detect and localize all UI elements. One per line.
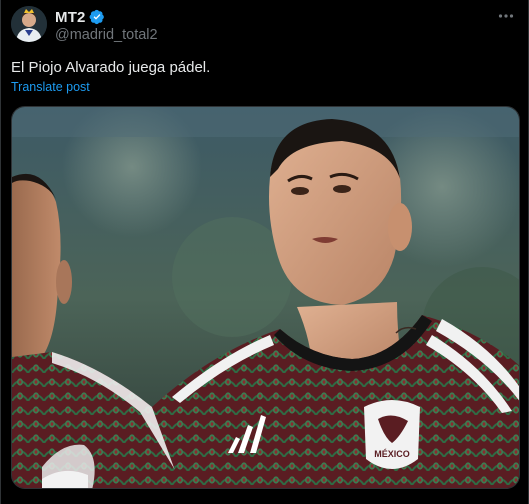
avatar[interactable]: [11, 6, 47, 42]
jersey-crest: MÉXICO: [364, 400, 420, 469]
author-handle[interactable]: @madrid_total2: [55, 27, 158, 43]
tweet-card: MT2 @madrid_total2 El Piojo Alvarado jue…: [0, 0, 529, 504]
translate-post-link[interactable]: Translate post: [11, 80, 90, 94]
avatar-icon: [11, 6, 47, 42]
media-photo: MÉXICO: [12, 107, 519, 488]
author-identity: MT2 @madrid_total2: [55, 6, 158, 44]
post-media[interactable]: MÉXICO: [11, 106, 520, 489]
verified-badge-icon: [89, 9, 104, 25]
post-text: El Piojo Alvarado juega pádel.: [11, 59, 211, 76]
display-name[interactable]: MT2: [55, 9, 86, 26]
more-options-button[interactable]: [496, 6, 516, 26]
more-options-icon: [498, 14, 514, 18]
jersey-crest-text: MÉXICO: [374, 449, 410, 459]
tweet-header: MT2 @madrid_total2: [11, 6, 518, 46]
name-row: MT2: [55, 8, 158, 26]
